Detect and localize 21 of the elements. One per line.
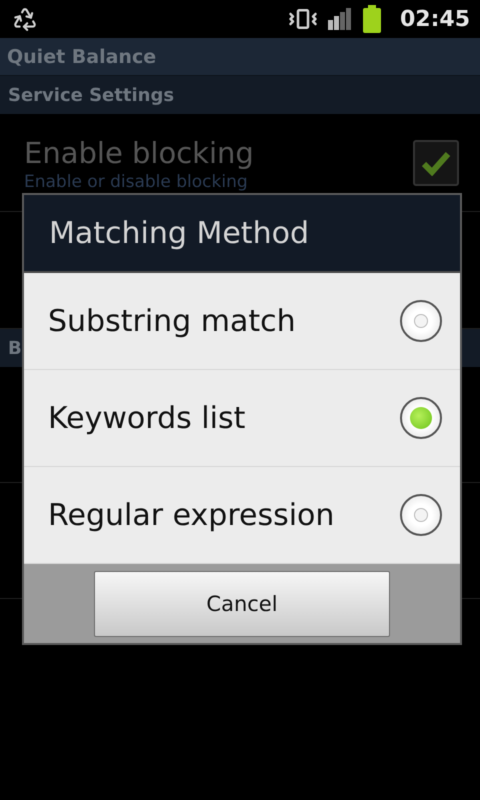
app-title: Quiet Balance [7,46,156,68]
cancel-button[interactable]: Cancel [94,570,390,636]
section-title: B [8,338,22,358]
option-label: Keywords list [48,400,246,436]
setting-summary: Enable or disable blocking [24,172,249,192]
option-label: Regular expression [48,498,334,532]
recycle-icon [12,6,38,32]
option-row[interactable]: Keywords list [24,370,460,467]
battery-icon [362,5,382,33]
option-label: Substring match [48,304,296,338]
section-title: Service Settings [8,84,174,106]
signal-icon [328,8,352,30]
dialog-title: Matching Method [49,216,309,250]
checkmark-icon [421,150,451,176]
option-row[interactable]: Substring match [24,273,460,370]
radio-button[interactable] [400,397,442,439]
setting-title: Enable blocking [24,134,255,172]
radio-button[interactable] [400,300,442,342]
radio-button[interactable] [400,494,442,536]
status-time: 02:45 [400,6,470,32]
checkbox[interactable] [413,140,459,186]
